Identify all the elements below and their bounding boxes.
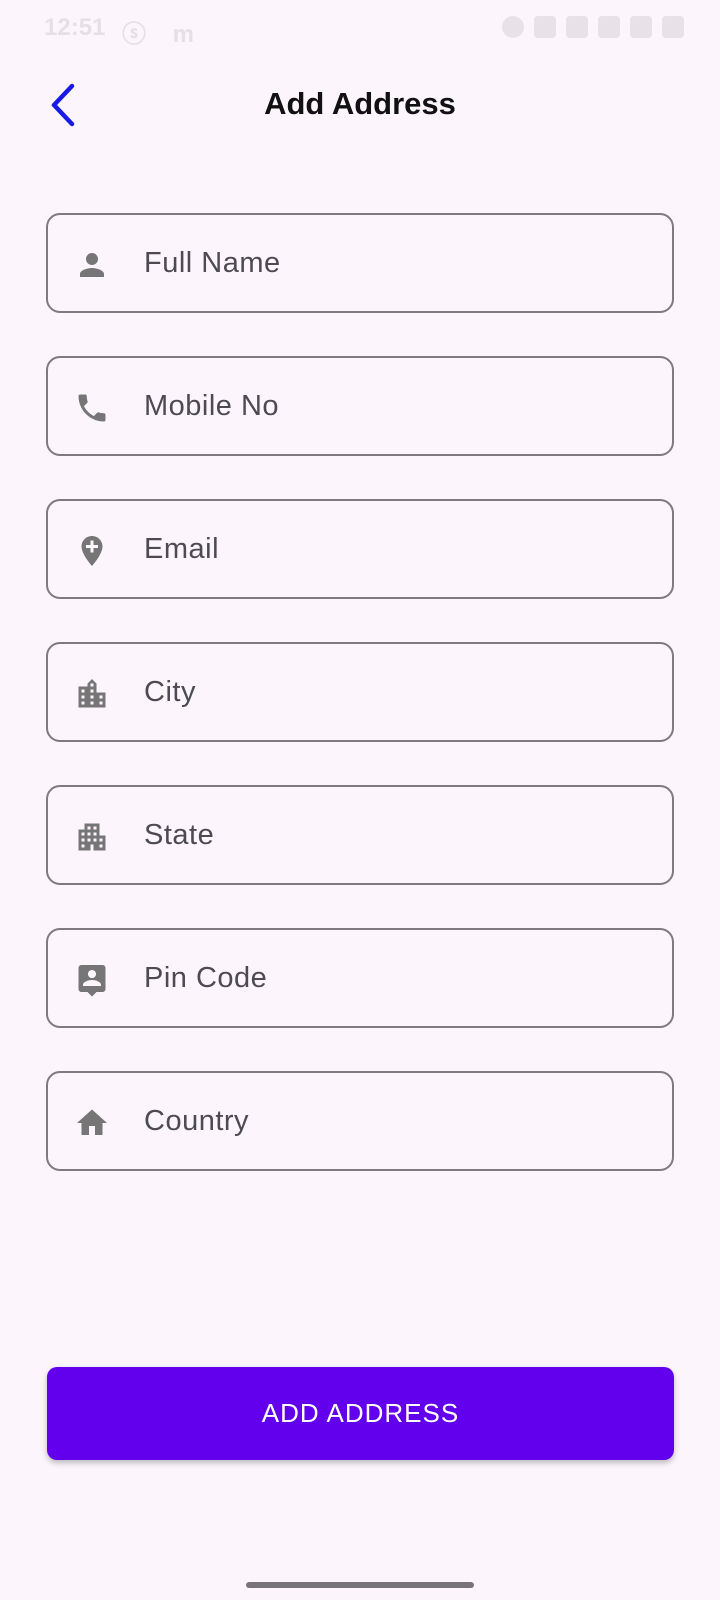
city-placeholder: City (144, 676, 196, 708)
signal-bars-icon (630, 16, 652, 38)
country-placeholder: Country (144, 1105, 250, 1137)
system-status-icons (502, 16, 684, 38)
country-field[interactable]: Country (46, 1071, 674, 1171)
home-indicator[interactable] (246, 1582, 474, 1588)
phone-icon (72, 388, 112, 428)
contact-pin-icon (72, 960, 112, 1000)
city-field[interactable]: City (46, 642, 674, 742)
pin-code-placeholder: Pin Code (144, 962, 268, 994)
notification-icons: ⓢ m (122, 21, 205, 48)
full-name-placeholder: Full Name (144, 247, 281, 279)
bluetooth-icon (534, 16, 556, 38)
email-placeholder: Email (144, 533, 220, 565)
person-icon (72, 245, 112, 285)
status-time: 12:51 (44, 14, 106, 41)
alarm-icon (502, 16, 524, 38)
pin-code-field[interactable]: Pin Code (46, 928, 674, 1028)
email-field[interactable]: Email (46, 499, 674, 599)
add-location-icon (72, 531, 112, 571)
home-icon (72, 1103, 112, 1143)
battery-icon (662, 16, 684, 38)
full-name-field[interactable]: Full Name (46, 213, 674, 313)
add-address-button[interactable]: ADD ADDRESS (47, 1367, 674, 1460)
status-bar: 12:51 ⓢ m (0, 0, 720, 56)
wifi-icon (566, 16, 588, 38)
page-title: Add Address (264, 86, 456, 121)
mobile-no-field[interactable]: Mobile No (46, 356, 674, 456)
state-placeholder: State (144, 819, 215, 851)
mobile-no-placeholder: Mobile No (144, 390, 280, 422)
apartment-icon (72, 817, 112, 857)
signal-icon (598, 16, 620, 38)
state-field[interactable]: State (46, 785, 674, 885)
city-icon (72, 674, 112, 714)
